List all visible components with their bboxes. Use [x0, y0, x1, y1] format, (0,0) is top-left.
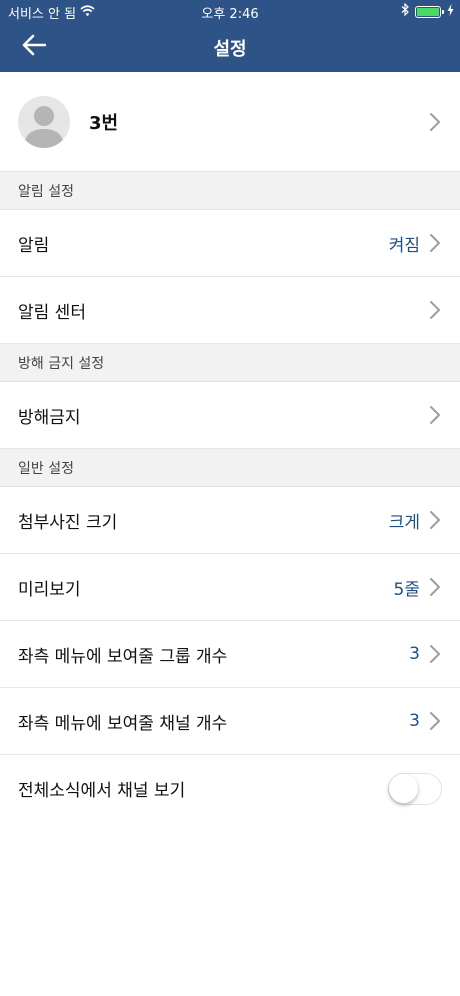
row-alarm-right: 켜짐: [389, 231, 442, 256]
row-dnd-right: [428, 405, 442, 425]
chevron-right-icon: [428, 711, 442, 731]
bluetooth-icon: [401, 2, 409, 20]
page-title: 설정: [213, 39, 247, 60]
row-group-count-right: 3: [409, 644, 442, 664]
row-alarm-value: 켜짐: [388, 235, 420, 256]
row-group-count-value: 3: [409, 644, 420, 664]
row-photo-size-label: 첨부사진 크기: [18, 512, 118, 533]
row-alarm[interactable]: 알림 켜짐: [0, 210, 460, 277]
row-alarm-label: 알림: [18, 235, 50, 256]
section-header-dnd: 방해 금지 설정: [0, 344, 460, 382]
row-channel-count-value: 3: [409, 711, 420, 731]
row-preview-value: 5줄: [393, 579, 420, 600]
show-channels-toggle[interactable]: [388, 772, 442, 805]
status-bar-right: [401, 2, 454, 20]
chevron-right-icon: [428, 644, 442, 664]
row-dnd[interactable]: 방해금지: [0, 382, 460, 449]
section-header-general: 일반 설정: [0, 449, 460, 487]
toggle-knob: [389, 773, 418, 803]
row-channel-count-right: 3: [409, 711, 442, 731]
row-photo-size[interactable]: 첨부사진 크기 크게: [0, 487, 460, 554]
row-photo-size-right: 크게: [389, 508, 442, 533]
navigation-bar: 설정: [0, 22, 460, 72]
status-time: 오후 2:46: [201, 7, 259, 22]
top-bar: 서비스 안 됨 오후 2:46 설정: [0, 0, 460, 72]
row-photo-size-value: 크게: [388, 512, 420, 533]
row-show-channels-label: 전체소식에서 채널 보기: [18, 781, 186, 801]
row-preview-label: 미리보기: [18, 579, 81, 600]
row-preview[interactable]: 미리보기 5줄: [0, 554, 460, 621]
section-header-notifications: 알림 설정: [0, 172, 460, 210]
profile-name: 3번: [89, 112, 119, 134]
profile-right: [428, 112, 442, 132]
row-show-channels: 전체소식에서 채널 보기: [0, 755, 460, 822]
chevron-right-icon: [428, 112, 442, 132]
chevron-right-icon: [428, 577, 442, 597]
row-group-count[interactable]: 좌측 메뉴에 보여줄 그룹 개수 3: [0, 621, 460, 688]
status-bar: 서비스 안 됨 오후 2:46: [0, 0, 460, 22]
chevron-right-icon: [428, 233, 442, 253]
row-channel-count-label: 좌측 메뉴에 보여줄 채널 개수: [18, 713, 228, 734]
chevron-right-icon: [428, 510, 442, 530]
avatar: [18, 95, 70, 148]
profile-row[interactable]: 3번: [0, 72, 460, 172]
settings-list: 3번 알림 설정 알림 켜짐 알림 센터 방해 금지 설정 방해금지 일반 설정…: [0, 72, 460, 822]
battery-icon: [415, 5, 444, 18]
row-dnd-label: 방해금지: [18, 407, 81, 428]
chevron-right-icon: [428, 405, 442, 425]
row-preview-right: 5줄: [394, 575, 442, 600]
row-alarm-center[interactable]: 알림 센터: [0, 277, 460, 344]
row-alarm-center-label: 알림 센터: [18, 302, 86, 323]
row-channel-count[interactable]: 좌측 메뉴에 보여줄 채널 개수 3: [0, 688, 460, 755]
row-show-channels-right: [388, 772, 442, 805]
row-group-count-label: 좌측 메뉴에 보여줄 그룹 개수: [18, 646, 228, 667]
charging-icon: [447, 3, 454, 20]
row-alarm-center-right: [428, 300, 442, 320]
chevron-right-icon: [428, 300, 442, 320]
